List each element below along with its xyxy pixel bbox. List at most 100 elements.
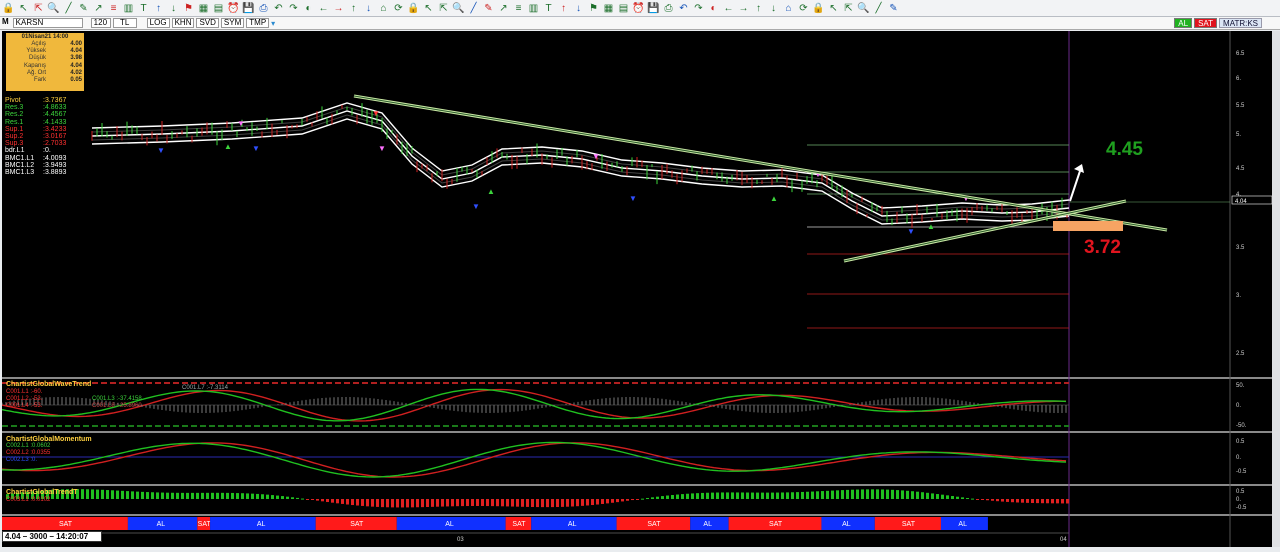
trend-icon[interactable]: ↗ [497,2,510,15]
trendt-hist-bar [961,497,964,499]
color-icon[interactable]: ◐ [302,2,315,15]
right-scroll-area[interactable] [1272,31,1280,547]
log-button[interactable]: LOG [146,18,170,28]
khn-button[interactable]: KHN [171,18,195,28]
cursor-icon[interactable]: ⇱ [842,2,855,15]
left-icon[interactable]: ← [722,2,735,15]
trendt-hist-bar [206,492,209,499]
symbol-bar: M KARSN 120 TL LOG KHN SVD SYM TMP ▾ [0,17,1280,30]
bell-icon[interactable]: ⏰ [632,2,645,15]
home-icon[interactable]: ⌂ [377,2,390,15]
trend-icon[interactable]: ↗ [92,2,105,15]
status-bar: 4.04 – 3000 – 14:20:07 [2,531,102,542]
print-icon[interactable]: ⎙ [257,2,270,15]
arrow-icon[interactable]: ↖ [422,2,435,15]
sym-button[interactable]: SYM [220,18,245,28]
line-icon[interactable]: ╱ [62,2,75,15]
arrow-icon[interactable]: ↖ [827,2,840,15]
trendt-hist-bar [916,491,919,499]
text-icon[interactable]: T [137,2,150,15]
flag-icon[interactable]: ⚑ [182,2,195,15]
trendt-hist-bar [121,490,124,499]
channel-icon[interactable]: ▥ [527,2,540,15]
home-icon[interactable]: ⌂ [782,2,795,15]
flag-icon[interactable]: ⚑ [587,2,600,15]
arrow-up-icon[interactable]: ↑ [557,2,570,15]
print-icon[interactable]: ⎙ [662,2,675,15]
trendt-hist-bar [436,499,439,507]
grid-icon[interactable]: ▦ [602,2,615,15]
down-icon[interactable]: ↓ [767,2,780,15]
trendt-hist-bar [496,499,499,507]
channel-icon[interactable]: ▥ [122,2,135,15]
lock-icon[interactable]: 🔒 [407,2,420,15]
trendt-hist-bar [1026,499,1029,503]
color-icon[interactable]: ◐ [707,2,720,15]
cursor-icon[interactable]: ⇱ [437,2,450,15]
cursor-icon[interactable]: ⇱ [32,2,45,15]
trendt-hist-bar [361,499,364,506]
lock-icon[interactable]: 🔒 [2,2,15,15]
matriks-button[interactable]: MATR:KS [1219,18,1262,28]
pencil-icon[interactable]: ✎ [887,2,900,15]
trendt-hist-bar [381,499,384,508]
up-icon[interactable]: ↑ [347,2,360,15]
sat-button[interactable]: SAT [1194,18,1218,28]
currency-field[interactable]: TL [112,18,137,28]
fib-icon[interactable]: ≡ [512,2,525,15]
pivot-value: :3.9493 [43,161,67,169]
dropdown-icon[interactable]: ▾ [271,19,275,28]
redo-icon[interactable]: ↷ [692,2,705,15]
trendt-hist-bar [616,499,619,503]
arrow-down-icon[interactable]: ↓ [572,2,585,15]
al-button[interactable]: AL [1174,18,1193,28]
tmp-button[interactable]: TMP [246,18,270,28]
line-icon[interactable]: ╱ [872,2,885,15]
undo-icon[interactable]: ↶ [677,2,690,15]
fib-icon[interactable]: ≡ [107,2,120,15]
wavetrend-axis-label: 50. [1236,383,1245,389]
pivot-label: BMC1.L2 [5,161,35,169]
refresh-icon[interactable]: ⟳ [797,2,810,15]
up-icon[interactable]: ↑ [752,2,765,15]
chart-canvas[interactable]: 6.56.5.55.4.54.3.53.2.54.04▼ ▲ ▼▼▼▼▼▲▼▼ ▲▼▼… [2,31,1272,547]
chart-icon[interactable]: ▤ [617,2,630,15]
chart-area[interactable]: 6.5 6. 5.5 5. 4.5 4. 3.5 3. 2.5 4.04 ▼ ▲ ▼ ▼ ▼ ▼ ▼ ▲ ▼ ▼ ▲ ▼ ▼… [2,31,1272,547]
undo-icon[interactable]: ↶ [272,2,285,15]
signal-arrow-icon: ▲ [224,142,232,151]
svd-button[interactable]: SVD [196,18,219,28]
right-icon[interactable]: → [737,2,750,15]
momentum-axis-label: 0. [1236,455,1241,461]
symbol-field[interactable]: KARSN [12,18,83,28]
right-icon[interactable]: → [332,2,345,15]
refresh-icon[interactable]: ⟳ [392,2,405,15]
chart-icon[interactable]: ▤ [212,2,225,15]
info-label: Yüksek [26,48,46,55]
save-icon[interactable]: 💾 [647,2,660,15]
pencil-icon[interactable]: ✎ [482,2,495,15]
zoom-icon[interactable]: 🔍 [452,2,465,15]
lock-icon[interactable]: 🔒 [812,2,825,15]
trendt-hist-bar [876,489,879,499]
zoom-icon[interactable]: 🔍 [857,2,870,15]
period-field[interactable]: 120 [90,18,111,28]
trendt-hist-bar [566,499,569,507]
arrow-icon[interactable]: ↖ [17,2,30,15]
arrow-up-icon[interactable]: ↑ [152,2,165,15]
left-icon[interactable]: ← [317,2,330,15]
zoom-icon[interactable]: 🔍 [47,2,60,15]
momentum-legend-item: C002.L1 :0.0602 [6,443,51,449]
grid-icon[interactable]: ▦ [197,2,210,15]
bell-icon[interactable]: ⏰ [227,2,240,15]
down-icon[interactable]: ↓ [362,2,375,15]
trendt-hist-bar [741,492,744,499]
text-icon[interactable]: T [542,2,555,15]
line-icon[interactable]: ╱ [467,2,480,15]
trendt-hist-bar [691,493,694,499]
menu-icon[interactable]: M [0,18,11,28]
save-icon[interactable]: 💾 [242,2,255,15]
redo-icon[interactable]: ↷ [287,2,300,15]
arrow-down-icon[interactable]: ↓ [167,2,180,15]
trendt-hist-bar [601,499,604,504]
pencil-icon[interactable]: ✎ [77,2,90,15]
